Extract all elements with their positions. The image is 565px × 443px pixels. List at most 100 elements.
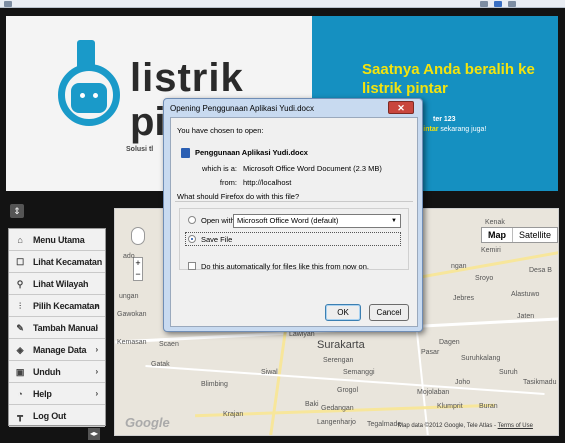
map-label: Kenak xyxy=(485,219,505,226)
sidebar-item-lihat-kecamatan[interactable]: ☐ Lihat Kecamatan xyxy=(9,251,105,273)
home-icon: ⌂ xyxy=(17,234,23,245)
map-label: Sroyo xyxy=(475,275,494,282)
map-label: Langenharjo xyxy=(317,419,356,426)
dialog-title: Opening Penggunaan Aplikasi Yudi.docx xyxy=(170,104,314,113)
sidebar-item-label: Manage Data xyxy=(33,344,87,355)
sidebar-item-menu-utama[interactable]: ⌂ Menu Utama xyxy=(9,229,105,251)
sidebar-menu: ⌂ Menu Utama ☐ Lihat Kecamatan ⚲ Lihat Wilaya… xyxy=(8,228,106,427)
map-label: Mojolaban xyxy=(417,389,450,396)
toolbar-icon[interactable] xyxy=(508,1,516,7)
map-label: Desa B xyxy=(529,267,552,274)
sidebar-item-lihat-wilayah[interactable]: ⚲ Lihat Wilayah xyxy=(9,273,105,295)
map-type-satellite-button[interactable]: Satellite xyxy=(512,228,557,242)
map-label: Joho xyxy=(455,379,471,386)
help-icon: ◔ xyxy=(17,388,23,399)
map-copyright: Map data ©2012 Google, Tele Atlas - Term… xyxy=(398,423,533,429)
from-value: http://localhost xyxy=(243,178,292,187)
square-icon: ☐ xyxy=(16,256,24,267)
map-label: Tasikmadu xyxy=(523,379,557,386)
sidebar-item-label: Unduh xyxy=(33,366,61,377)
sidebar-item-log-out[interactable]: ┳ Log Out xyxy=(9,405,105,427)
map-label: Lawiyan xyxy=(289,331,315,338)
sidebar-item-pilih-kecamatan[interactable]: ⫶ Pilih Kecamatan › xyxy=(9,295,105,317)
map-zoom-control[interactable]: + − xyxy=(133,257,143,281)
sidebar-collapse-button[interactable]: ◂▸ xyxy=(88,428,100,440)
from-label: from: xyxy=(219,178,237,187)
sidebar-item-help[interactable]: ◔ Help › xyxy=(9,383,105,405)
map-copyright-text: Map data ©2012 Google, Tele Atlas - xyxy=(398,423,498,429)
map-label: Pasar xyxy=(421,349,440,356)
map-label: Gawokan xyxy=(117,311,147,318)
map-label: Tegalmade xyxy=(367,421,402,428)
download-icon: ▣ xyxy=(15,366,25,377)
sidebar-item-label: Pilih Kecamatan xyxy=(33,300,100,311)
promo-number: ter 123 xyxy=(433,116,456,123)
map-label: Siwal xyxy=(261,369,278,376)
edit-icon: ✎ xyxy=(16,322,24,333)
toolbar-icon[interactable] xyxy=(494,1,502,7)
chosen-label: You have chosen to open: xyxy=(177,126,264,135)
map-label: Klumprit xyxy=(437,403,463,410)
map-label: Krajan xyxy=(223,411,244,418)
file-type-value: Microsoft Office Word Document (2.3 MB) xyxy=(243,164,382,173)
save-file-radio[interactable] xyxy=(188,235,196,243)
map-label: Dagen xyxy=(439,339,460,346)
cancel-button[interactable]: Cancel xyxy=(369,304,409,321)
tag-icon: ◈ xyxy=(16,344,24,355)
map-label: Scaen xyxy=(159,341,179,348)
map-label: ngan xyxy=(451,263,467,270)
chevron-right-icon: › xyxy=(95,389,99,398)
browser-icon xyxy=(4,1,12,7)
sidebar-item-unduh[interactable]: ▣ Unduh › xyxy=(9,361,105,383)
promo-line: pintar sekarang juga! xyxy=(419,126,486,133)
map-label: Kemasan xyxy=(117,339,147,346)
toolbar-icon[interactable] xyxy=(480,1,488,7)
map-label: Jaten xyxy=(517,313,535,320)
google-logo: Google xyxy=(125,415,170,430)
brand-name: listrik xyxy=(130,56,244,100)
logo-face-icon xyxy=(71,83,107,113)
map-label: Kemiri xyxy=(481,247,501,254)
map-type-control: Map Satellite xyxy=(481,227,558,243)
dialog-divider xyxy=(175,201,413,202)
map-label: Serengan xyxy=(323,357,354,364)
question-label: What should Firefox do with this file? xyxy=(177,192,300,201)
map-label: Jebres xyxy=(453,295,475,302)
open-with-label[interactable]: Open with xyxy=(201,216,235,225)
auto-label[interactable]: Do this automatically for files like thi… xyxy=(201,262,369,271)
search-icon: ⚲ xyxy=(16,278,24,289)
sliders-icon: ⫶ xyxy=(18,300,22,311)
map-label: Semanggi xyxy=(343,369,375,376)
terms-link[interactable]: Terms of Use xyxy=(498,423,533,429)
ok-button[interactable]: OK xyxy=(325,304,361,321)
dialog-body: You have chosen to open: Penggunaan Apli… xyxy=(170,117,418,327)
file-name: Penggunaan Aplikasi Yudi.docx xyxy=(195,148,308,157)
open-with-select[interactable]: Microsoft Office Word (default) ▼ xyxy=(233,214,401,228)
chevron-right-icon: › xyxy=(95,367,99,376)
sidebar-item-label: Log Out xyxy=(33,410,67,421)
map-label: Grogol xyxy=(337,387,359,394)
browser-top-strip xyxy=(0,0,565,8)
dialog-close-button[interactable]: ✕ xyxy=(388,101,414,114)
auto-checkbox[interactable] xyxy=(188,262,196,270)
sidebar-item-manage-data[interactable]: ◈ Manage Data › xyxy=(9,339,105,361)
map-label-city: Surakarta xyxy=(317,339,365,351)
map-label: Baki xyxy=(305,401,319,408)
open-file-dialog: Opening Penggunaan Aplikasi Yudi.docx ✕ … xyxy=(163,98,423,332)
map-type-map-button[interactable]: Map xyxy=(482,228,512,242)
chevron-right-icon: › xyxy=(95,301,99,310)
chevron-right-icon: › xyxy=(95,345,99,354)
save-file-label[interactable]: Save File xyxy=(201,235,232,244)
map-label: Buran xyxy=(479,403,498,410)
map-label: Blimbing xyxy=(201,381,228,388)
map-label: Alastuwo xyxy=(511,291,540,298)
which-is-label: which is a: xyxy=(201,164,237,173)
map-label: Gatak xyxy=(151,361,170,368)
sidebar-item-tambah-manual[interactable]: ✎ Tambah Manual › xyxy=(9,317,105,339)
map-pan-control[interactable] xyxy=(131,227,145,245)
map-label: Gedangan xyxy=(321,405,354,412)
sidebar-toggle-button[interactable]: ⇕ xyxy=(10,204,24,218)
word-document-icon xyxy=(181,148,190,158)
brand-name-line2: pi xyxy=(130,100,166,144)
open-with-radio[interactable] xyxy=(188,216,196,224)
